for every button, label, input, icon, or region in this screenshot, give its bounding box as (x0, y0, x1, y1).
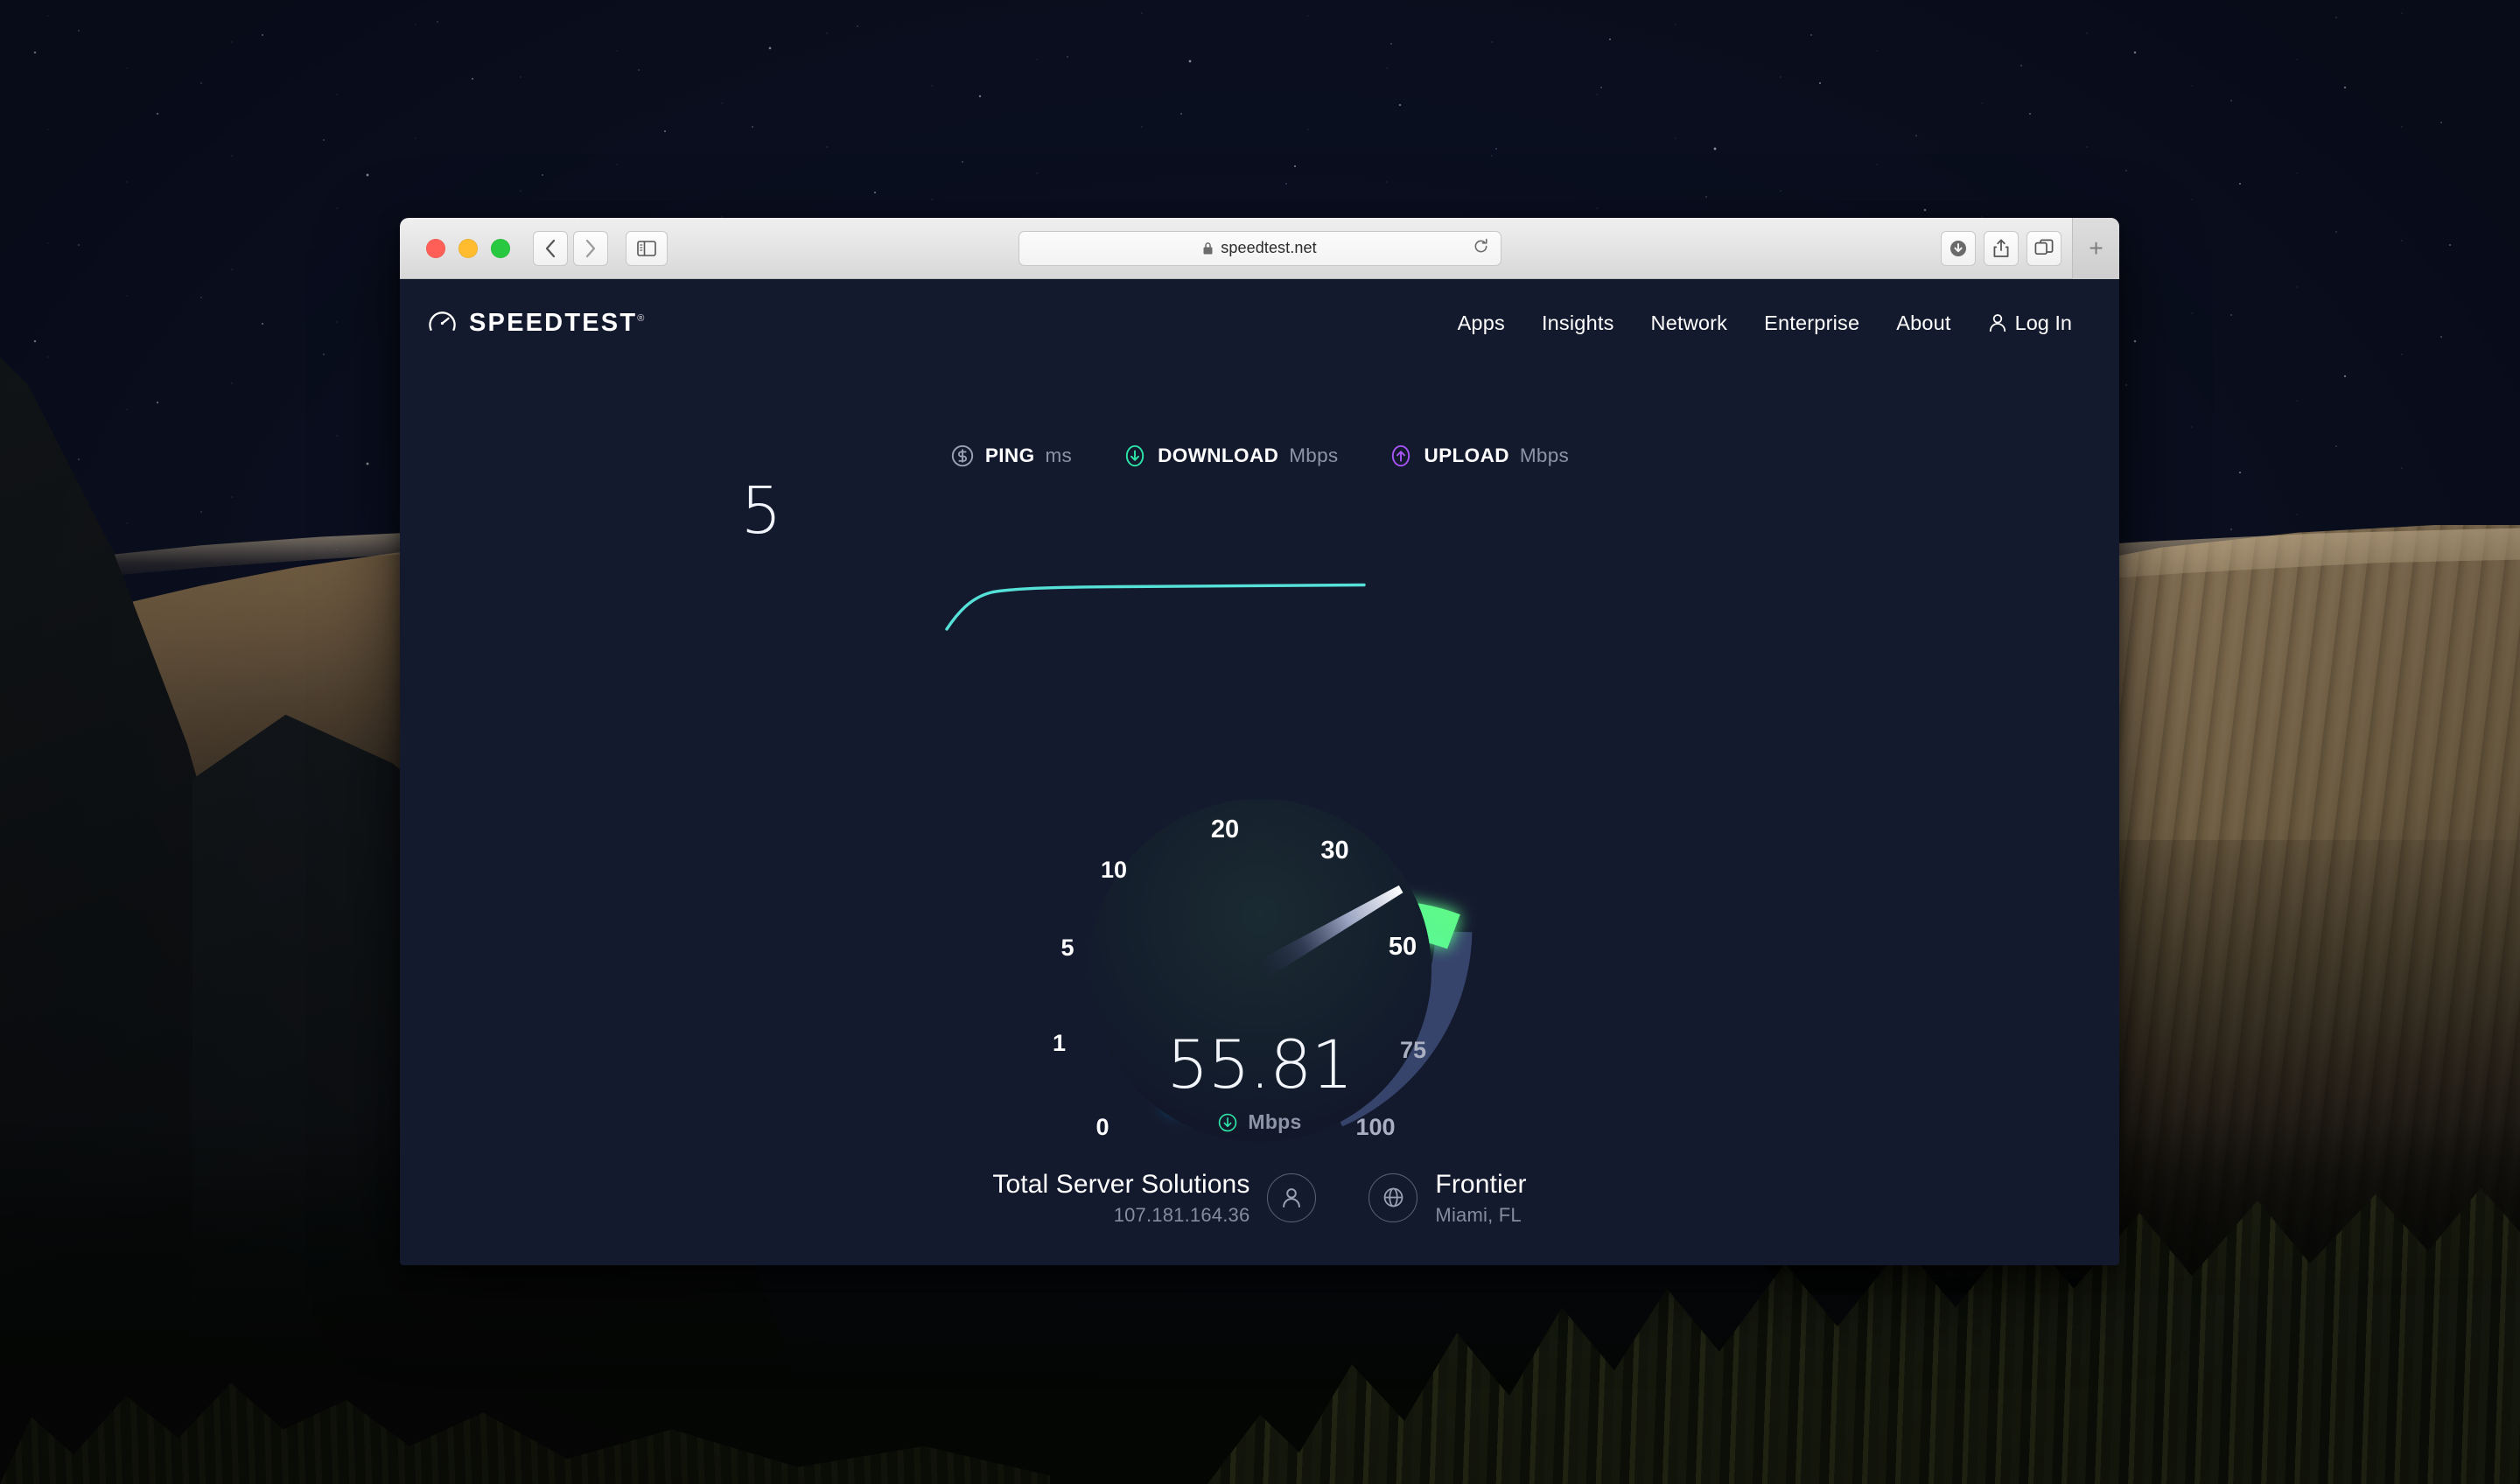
speedtest-logo[interactable]: SPEEDTEST® (428, 309, 647, 338)
nav-item-insights[interactable]: Insights (1542, 312, 1614, 335)
ping-icon (951, 444, 974, 467)
metric-download-name: DOWNLOAD (1158, 444, 1279, 466)
navigation-buttons (533, 230, 608, 266)
minimize-window-button[interactable] (458, 238, 478, 258)
globe-icon (1383, 1187, 1404, 1208)
site-navigation: Apps Insights Network Enterprise About L… (1458, 312, 2072, 335)
gauge-tick-30: 30 (1320, 836, 1348, 864)
nav-item-apps[interactable]: Apps (1458, 312, 1505, 335)
metric-download: DOWNLOAD Mbps (1123, 444, 1338, 468)
speedtest-page: SPEEDTEST® Apps Insights Network Enterpr… (400, 279, 2119, 1265)
new-tab-label: + (2089, 234, 2104, 262)
sidebar-toggle-button[interactable] (626, 230, 668, 266)
site-header: SPEEDTEST® Apps Insights Network Enterpr… (400, 279, 2119, 367)
server-icon-circle (1267, 1172, 1317, 1222)
metrics-row: PING ms DOWNLOAD Mbps UPLOAD Mbps (400, 444, 2119, 468)
gauge-tick-10: 10 (1100, 857, 1126, 883)
nav-item-enterprise[interactable]: Enterprise (1764, 312, 1859, 335)
person-icon (1989, 314, 2006, 332)
zoom-window-button[interactable] (491, 238, 510, 258)
download-speed-readout: 55.81 Mbps (1015, 1032, 1505, 1134)
isp-location: Miami, FL (1435, 1204, 1522, 1226)
metric-ping: PING ms (950, 444, 1072, 468)
download-speed-unit-row: Mbps (1015, 1110, 1505, 1134)
window-traffic-lights (426, 238, 510, 258)
url-value: speedtest.net (1221, 239, 1317, 256)
connection-info-footer: Total Server Solutions 107.181.164.36 Fr… (400, 1169, 2119, 1227)
nav-item-about[interactable]: About (1896, 312, 1950, 335)
download-arrow-icon (1219, 1113, 1237, 1131)
new-tab-button[interactable]: + (2072, 218, 2119, 279)
back-button[interactable] (533, 230, 568, 266)
server-info[interactable]: Total Server Solutions 107.181.164.36 (992, 1169, 1317, 1227)
download-speed-value: 55.81 (1166, 1026, 1354, 1103)
person-icon (1283, 1187, 1301, 1208)
gauge-tick-5: 5 (1060, 934, 1074, 961)
download-speed-unit: Mbps (1248, 1110, 1302, 1133)
metric-ping-name: PING (984, 444, 1035, 466)
isp-icon-circle (1368, 1172, 1418, 1222)
reload-button[interactable] (1473, 238, 1489, 259)
isp-name: Frontier (1435, 1169, 1527, 1199)
server-name: Total Server Solutions (992, 1169, 1250, 1199)
isp-text: Frontier Miami, FL (1435, 1169, 1526, 1227)
server-text: Total Server Solutions 107.181.164.36 (992, 1169, 1250, 1227)
close-window-button[interactable] (426, 238, 445, 258)
sidebar-toggle-icon (637, 240, 656, 256)
browser-toolbar-right (1941, 230, 2062, 266)
metric-ping-unit: ms (1045, 444, 1073, 466)
download-arrow-icon (1125, 444, 1144, 467)
safari-browser-window: speedtest.net + SPEEDTEST® Apps Insights… (400, 218, 2119, 1265)
speedometer-icon (429, 311, 456, 331)
server-ip: 107.181.164.36 (1113, 1204, 1250, 1226)
ping-value: 5 (740, 473, 781, 549)
metric-upload-unit: Mbps (1519, 444, 1570, 466)
metric-upload-name: UPLOAD (1424, 444, 1509, 466)
isp-info[interactable]: Frontier Miami, FL (1368, 1169, 1526, 1227)
share-icon (1993, 239, 2009, 257)
downloads-icon (1950, 240, 1966, 256)
metric-upload: UPLOAD Mbps (1389, 444, 1569, 468)
upload-arrow-icon (1392, 444, 1410, 467)
gauge-tick-20: 20 (1210, 816, 1238, 844)
metric-download-unit: Mbps (1289, 444, 1339, 466)
browser-titlebar: speedtest.net + (400, 218, 2119, 279)
gauge-tick-50: 50 (1388, 933, 1416, 961)
tab-overview-icon (2034, 239, 2054, 255)
login-button[interactable]: Log In (1988, 312, 2072, 335)
reload-icon (1474, 238, 1488, 252)
back-chevron-icon (545, 239, 556, 257)
url-text-group: speedtest.net (1202, 239, 1317, 257)
share-button[interactable] (1984, 230, 2019, 266)
logo-trademark: ® (637, 312, 647, 324)
forward-chevron-icon (585, 239, 596, 257)
nav-item-network[interactable]: Network (1651, 312, 1728, 335)
address-bar[interactable]: speedtest.net (1018, 230, 1502, 266)
lock-icon (1203, 242, 1213, 254)
login-label: Log In (2014, 311, 2072, 334)
tab-overview-button[interactable] (2026, 230, 2062, 266)
logo-text: SPEEDTEST® (469, 308, 647, 337)
forward-button[interactable] (573, 230, 608, 266)
downloads-button[interactable] (1941, 230, 1976, 266)
